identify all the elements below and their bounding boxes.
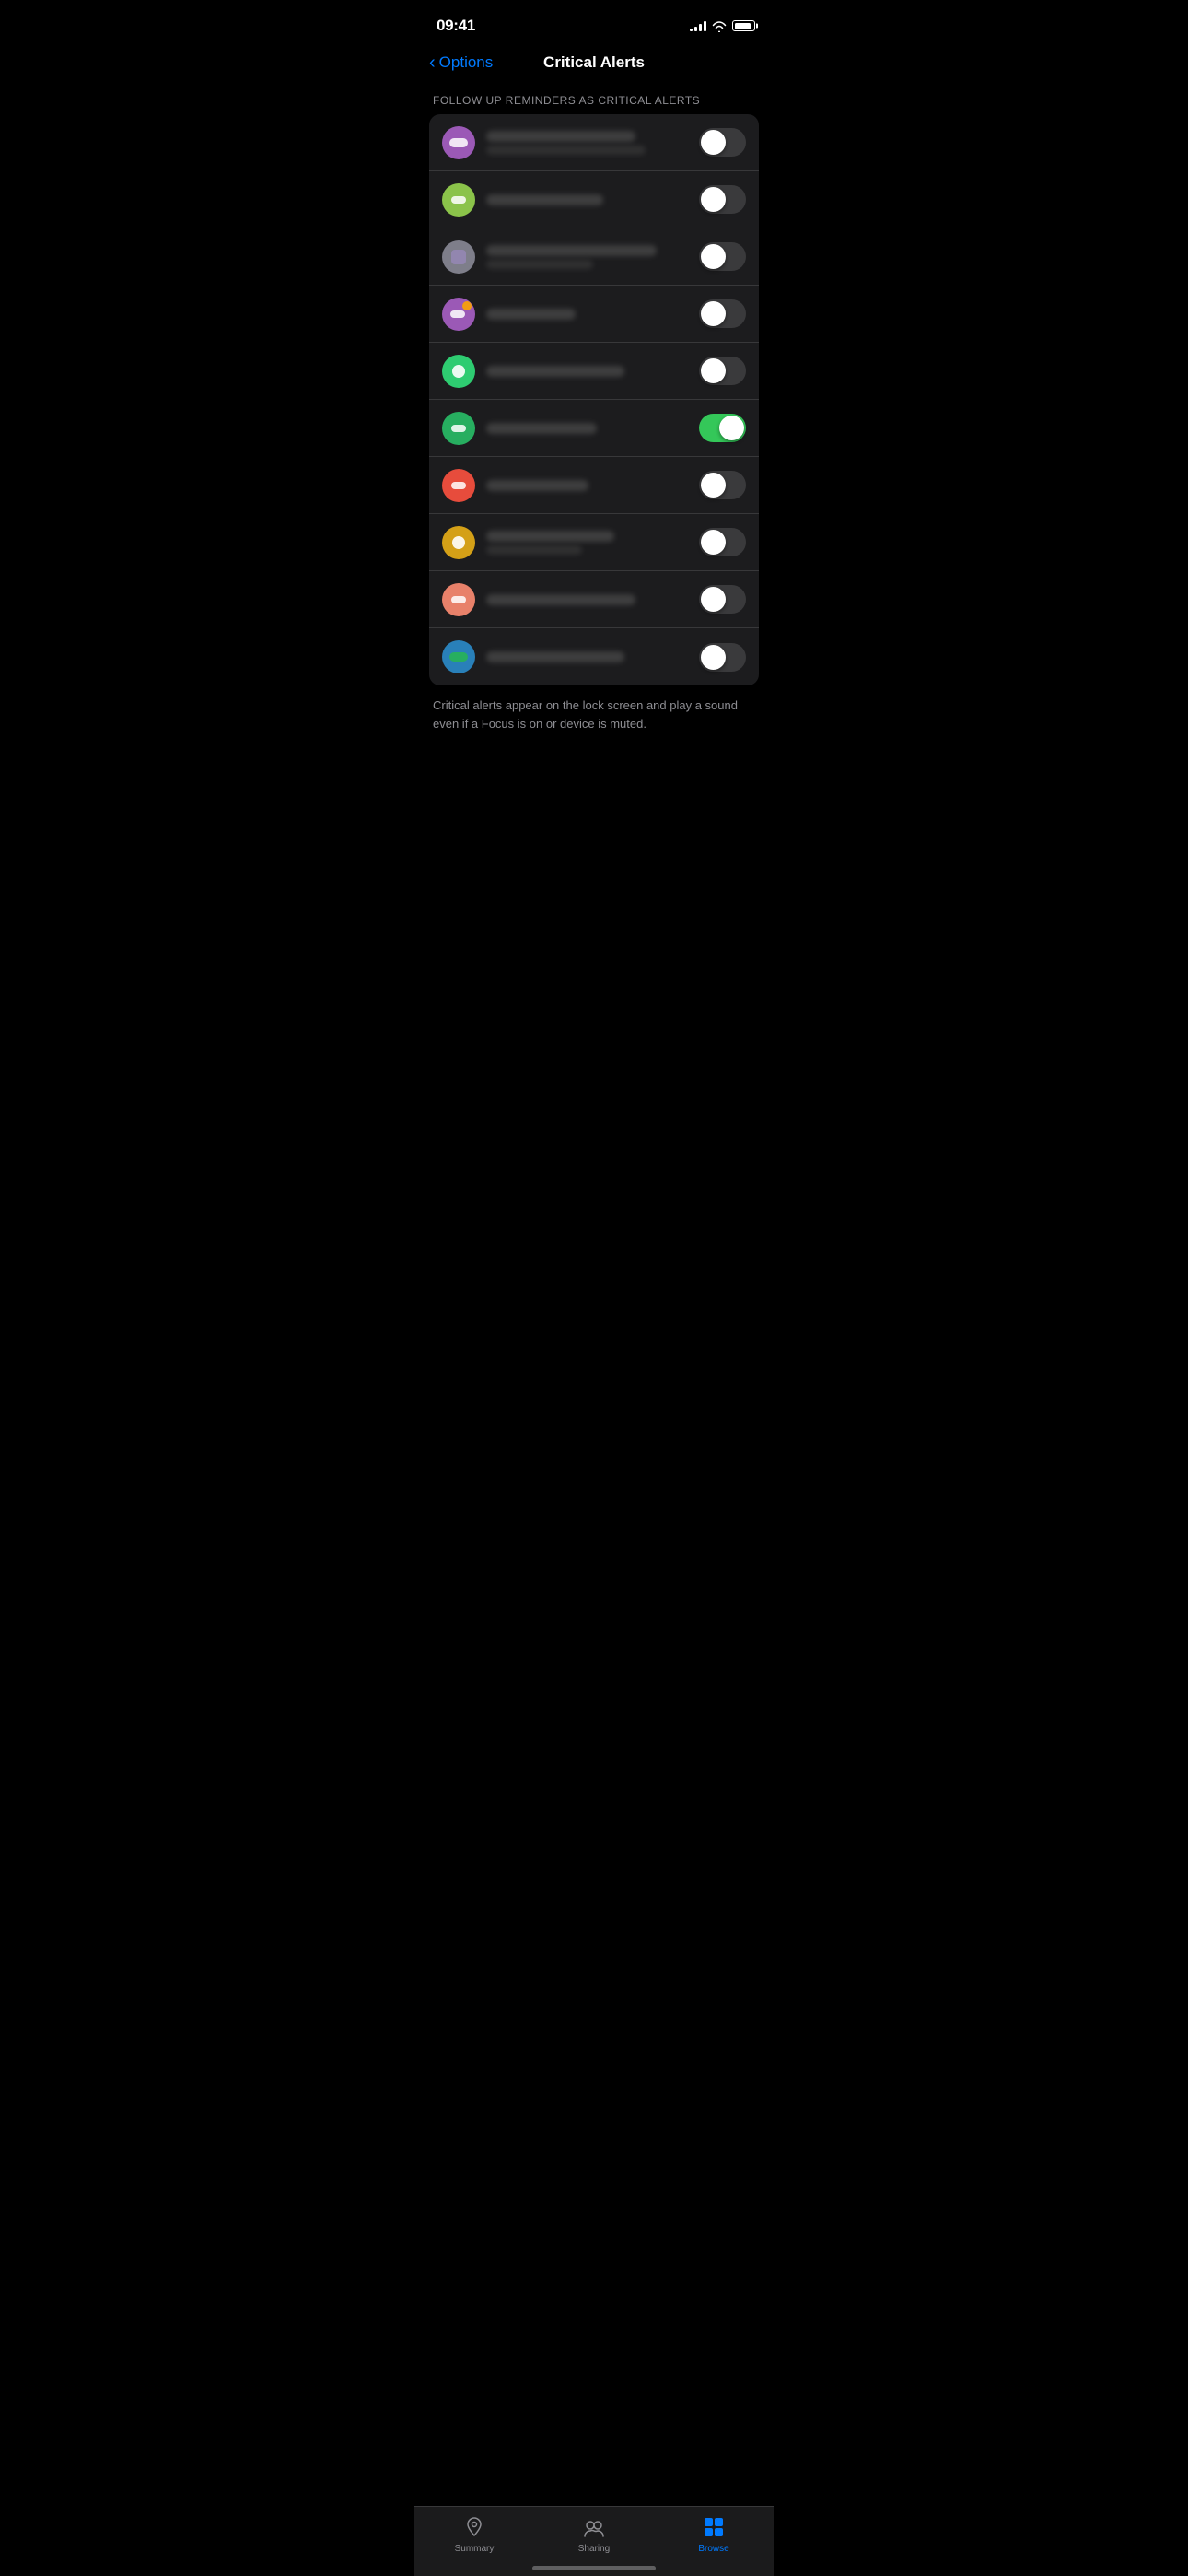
list-item [429,114,759,171]
item-text-7 [486,480,699,491]
item-text-9 [486,594,699,605]
list-item [429,171,759,228]
toggle-8[interactable] [699,528,746,556]
tab-browse-label: Browse [698,2544,728,2554]
battery-icon [732,20,755,31]
med-icon-2 [442,183,475,217]
item-text-6 [486,423,699,434]
tab-summary[interactable]: Summary [442,2514,507,2554]
item-text-2 [486,194,699,205]
footer-description: Critical alerts appear on the lock scree… [414,685,774,751]
toggle-7[interactable] [699,471,746,499]
signal-icon [690,20,706,31]
list-item [429,571,759,628]
toggle-4[interactable] [699,299,746,328]
item-text-8 [486,531,699,555]
list-item [429,286,759,343]
list-item [429,343,759,400]
toggle-2[interactable] [699,185,746,214]
med-icon-5 [442,355,475,388]
med-icon-3 [442,240,475,274]
section-header: FOLLOW UP REMINDERS AS CRITICAL ALERTS [414,87,774,114]
back-label: Options [439,53,494,72]
tab-sharing-label: Sharing [578,2544,610,2554]
home-indicator [532,2566,656,2570]
item-text-1 [486,131,699,155]
list-item [429,457,759,514]
med-icon-4 [442,298,475,331]
toggle-9[interactable] [699,585,746,614]
browse-icon [701,2514,727,2540]
status-bar: 09:41 [414,0,774,46]
item-text-5 [486,366,699,377]
item-text-3 [486,245,699,269]
medication-list [429,114,759,685]
tab-browse[interactable]: Browse [681,2514,746,2554]
status-icons [690,20,755,31]
med-icon-10 [442,640,475,673]
item-text-10 [486,651,699,662]
toggle-6[interactable] [699,414,746,442]
toggle-5[interactable] [699,357,746,385]
toggle-3[interactable] [699,242,746,271]
back-chevron-icon: ‹ [429,53,436,72]
list-item [429,228,759,286]
med-icon-7 [442,469,475,502]
tab-sharing[interactable]: Sharing [562,2514,626,2554]
med-icon-6 [442,412,475,445]
toggle-1[interactable] [699,128,746,157]
list-item [429,628,759,685]
med-icon-1 [442,126,475,159]
tab-summary-label: Summary [455,2544,495,2554]
status-time: 09:41 [437,17,475,35]
summary-icon [461,2514,487,2540]
item-text-4 [486,309,699,320]
sharing-icon [581,2514,607,2540]
list-item [429,514,759,571]
toggle-10[interactable] [699,643,746,672]
med-icon-8 [442,526,475,559]
page-title: Critical Alerts [543,53,645,72]
nav-bar: ‹ Options Critical Alerts [414,46,774,83]
list-item [429,400,759,457]
back-button[interactable]: ‹ Options [429,53,493,72]
wifi-icon [712,20,727,31]
main-content: FOLLOW UP REMINDERS AS CRITICAL ALERTS [414,87,774,834]
med-icon-9 [442,583,475,616]
